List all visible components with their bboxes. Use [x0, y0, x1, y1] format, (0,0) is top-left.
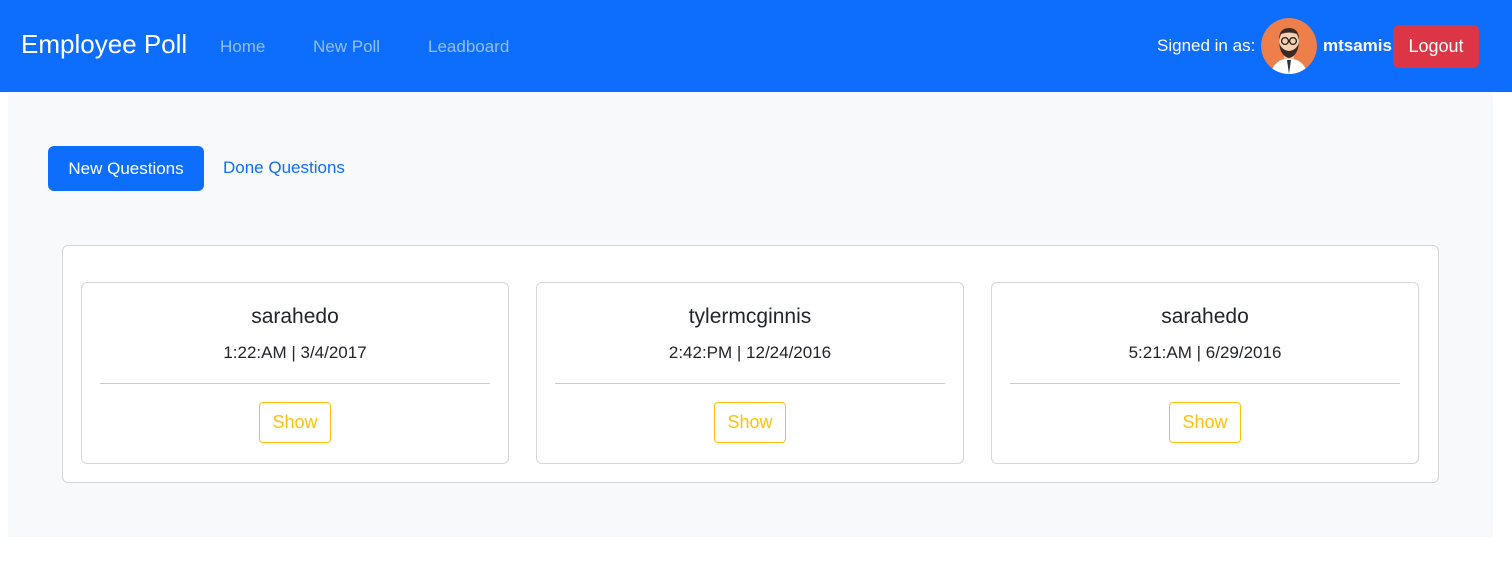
app-brand[interactable]: Employee Poll: [21, 26, 187, 62]
question-timestamp: 5:21:AM | 6/29/2016: [1128, 343, 1282, 362]
nav-link-new-poll[interactable]: New Poll: [313, 35, 380, 59]
tab-done-questions[interactable]: Done Questions: [223, 156, 345, 180]
user-avatar-icon: [1261, 18, 1317, 74]
tab-new-questions[interactable]: New Questions: [48, 146, 204, 191]
signed-in-label: Signed in as:: [1157, 36, 1256, 55]
question-card: sarahedo 1:22:AM | 3/4/2017 Show: [81, 282, 509, 464]
show-question-button[interactable]: Show: [714, 402, 786, 443]
question-timestamp: 2:42:PM | 12/24/2016: [668, 343, 832, 362]
question-author: sarahedo: [251, 305, 339, 328]
top-navbar: Employee Poll Home New Poll Leadboard Si…: [0, 0, 1512, 92]
question-author: tylermcginnis: [688, 305, 812, 328]
question-card: tylermcginnis 2:42:PM | 12/24/2016 Show: [536, 282, 964, 464]
question-card: sarahedo 5:21:AM | 6/29/2016 Show: [991, 282, 1419, 464]
main-content: New Questions Done Questions sarahedo 1:…: [8, 92, 1493, 537]
nav-link-home[interactable]: Home: [220, 35, 265, 59]
questions-container: sarahedo 1:22:AM | 3/4/2017 Show tylermc…: [62, 245, 1439, 483]
question-timestamp: 1:22:AM | 3/4/2017: [223, 343, 367, 362]
show-question-button[interactable]: Show: [259, 402, 331, 443]
card-divider: [100, 383, 490, 384]
logout-button[interactable]: Logout: [1393, 25, 1479, 68]
card-divider: [1010, 383, 1400, 384]
show-question-button[interactable]: Show: [1169, 402, 1241, 443]
card-divider: [555, 383, 945, 384]
nav-link-leaderboard[interactable]: Leadboard: [428, 35, 509, 59]
username-label: mtsamis: [1323, 36, 1392, 55]
question-author: sarahedo: [1161, 305, 1249, 328]
